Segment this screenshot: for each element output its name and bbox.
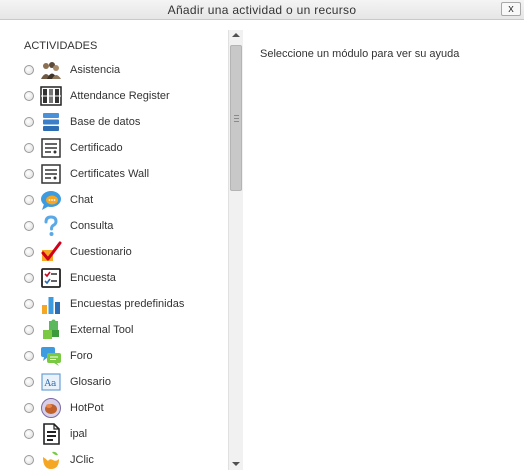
module-label: Foro — [70, 350, 93, 362]
module-radio[interactable] — [24, 299, 34, 309]
module-radio[interactable] — [24, 169, 34, 179]
survey-checklist-icon — [40, 267, 62, 289]
document-icon — [40, 423, 62, 445]
module-item-consulta[interactable]: Consulta — [10, 214, 226, 240]
chat-bubble-icon — [40, 189, 62, 211]
module-label: JClic — [70, 454, 94, 466]
module-label: Encuesta — [70, 272, 116, 284]
module-item-ipal[interactable]: ipal — [10, 422, 226, 448]
close-button[interactable]: x — [501, 2, 521, 16]
module-radio[interactable] — [24, 143, 34, 153]
module-radio[interactable] — [24, 403, 34, 413]
module-radio[interactable] — [24, 65, 34, 75]
certificate-icon — [40, 137, 62, 159]
close-icon: x — [508, 3, 514, 15]
module-radio[interactable] — [24, 455, 34, 465]
module-radio[interactable] — [24, 195, 34, 205]
module-label: Encuestas predefinidas — [70, 298, 185, 310]
module-label: Chat — [70, 194, 94, 206]
scroll-thumb[interactable] — [230, 45, 242, 191]
module-item-hotpot[interactable]: HotPot — [10, 396, 226, 422]
module-label: Certificado — [70, 142, 123, 154]
module-label: ipal — [70, 428, 88, 440]
module-item-certificates-wall[interactable]: Certificates Wall — [10, 162, 226, 188]
scroll-grip-icon — [234, 115, 239, 122]
module-item-encuestas-predefinidas[interactable]: Encuestas predefinidas — [10, 292, 226, 318]
module-item-encuesta[interactable]: Encuesta — [10, 266, 226, 292]
module-label: HotPot — [70, 402, 104, 414]
jclic-icon — [40, 449, 62, 470]
module-item-glosario[interactable]: Aa Glosario — [10, 370, 226, 396]
add-activity-dialog: Añadir una actividad o un recurso x ACTI… — [0, 0, 524, 470]
register-grid-icon — [40, 85, 62, 107]
module-list: Asistencia Attendance Register Base de d… — [10, 58, 226, 470]
module-radio[interactable] — [24, 325, 34, 335]
module-item-attendance-register[interactable]: Attendance Register — [10, 84, 226, 110]
svg-text:Aa: Aa — [44, 379, 57, 389]
dialog-title: Añadir una actividad o un recurso — [167, 3, 357, 17]
help-instructions: Seleccione un módulo para ver su ayuda — [260, 48, 460, 60]
scroll-down-arrow-icon[interactable] — [232, 462, 240, 466]
module-label: Attendance Register — [70, 90, 170, 102]
module-radio[interactable] — [24, 247, 34, 257]
module-label: Base de datos — [70, 116, 141, 128]
module-chooser-pane: ACTIVIDADES Asistencia Attendance Regist… — [10, 30, 244, 470]
module-item-chat[interactable]: Chat — [10, 188, 226, 214]
module-help-pane: Seleccione un módulo para ver su ayuda — [260, 30, 520, 470]
module-label: Glosario — [70, 376, 111, 388]
module-radio[interactable] — [24, 91, 34, 101]
module-radio[interactable] — [24, 429, 34, 439]
module-label: External Tool — [70, 324, 134, 336]
hotpot-icon — [40, 397, 62, 419]
module-label: Certificates Wall — [70, 168, 150, 180]
forum-icon — [40, 345, 62, 367]
puzzle-piece-icon — [40, 319, 62, 341]
glossary-book-icon: Aa — [40, 371, 62, 393]
module-label: Consulta — [70, 220, 114, 232]
module-item-cuestionario[interactable]: Cuestionario — [10, 240, 226, 266]
module-item-jclic[interactable]: JClic — [10, 448, 226, 470]
attendance-people-icon — [40, 59, 62, 81]
module-radio[interactable] — [24, 117, 34, 127]
module-list-scrollbar[interactable] — [228, 30, 243, 470]
module-radio[interactable] — [24, 377, 34, 387]
module-item-asistencia[interactable]: Asistencia — [10, 58, 226, 84]
certificate-icon — [40, 163, 62, 185]
bar-chart-icon — [40, 293, 62, 315]
dialog-titlebar: Añadir una actividad o un recurso x — [0, 0, 524, 20]
question-mark-icon — [40, 215, 62, 237]
module-item-base-de-datos[interactable]: Base de datos — [10, 110, 226, 136]
module-item-foro[interactable]: Foro — [10, 344, 226, 370]
module-label: Cuestionario — [70, 246, 132, 258]
module-item-certificado[interactable]: Certificado — [10, 136, 226, 162]
module-radio[interactable] — [24, 273, 34, 283]
scroll-up-arrow-icon[interactable] — [232, 33, 240, 37]
checkmark-icon — [40, 241, 62, 263]
module-radio[interactable] — [24, 351, 34, 361]
module-item-external-tool[interactable]: External Tool — [10, 318, 226, 344]
database-icon — [40, 111, 62, 133]
activities-section-header: ACTIVIDADES — [24, 40, 98, 52]
module-radio[interactable] — [24, 221, 34, 231]
module-label: Asistencia — [70, 64, 121, 76]
